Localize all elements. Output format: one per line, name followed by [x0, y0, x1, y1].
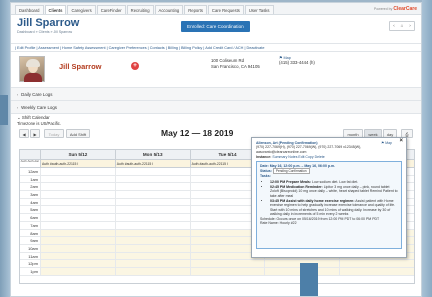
tab-accounting[interactable]: Accounting: [154, 5, 184, 14]
all-day-label: Auth Auth-dar: [20, 159, 39, 163]
tab-user-tasks[interactable]: User Tasks: [244, 5, 274, 14]
tab-care-requests[interactable]: Care Requests: [207, 5, 244, 14]
authorization-event[interactable]: Auth #auth-auth-22115 I: [114, 160, 190, 167]
add-shift-button[interactable]: Add Shift: [66, 129, 90, 138]
weekly-care-logs-toggle[interactable]: › Weekly Care Logs: [11, 101, 421, 114]
calendar-title: May 12 — 18 2019: [161, 128, 234, 138]
background-right: [422, 0, 432, 297]
chevron-right-icon: ›: [17, 106, 19, 110]
client-address: 100 Coliseum Rd San Francisco, CA 94105: [211, 58, 260, 69]
prev-arrow-icon[interactable]: ‹: [390, 22, 398, 30]
client-header: Jill Sparrow Dashboard » Clients » Jill …: [11, 15, 421, 43]
day-header[interactable]: Mon 5/13: [114, 150, 190, 159]
status-select[interactable]: Pending Confirmation: [272, 168, 310, 175]
popup-map-link[interactable]: ⚑ Map: [381, 141, 392, 145]
instance-actions: Instance: Summary Notes Edit Copy Delete: [256, 154, 325, 159]
record-navigation: ‹ ⌂ ›: [389, 21, 415, 31]
tab-dashboard[interactable]: Dashboard: [15, 5, 44, 14]
tab-recruiting[interactable]: Recruiting: [126, 5, 154, 14]
home-icon[interactable]: ⌂: [398, 22, 406, 30]
app-window: Dashboard Clients Caregivers CareFinder …: [10, 2, 422, 297]
tab-caregivers[interactable]: Caregivers: [67, 5, 96, 14]
brand-logo: Powered by ClearCare: [374, 6, 417, 12]
shift-calendar-toggle[interactable]: ⌄ Shift Calendar: [11, 114, 421, 121]
instance-action-links[interactable]: Summary Notes Edit Copy Delete: [272, 155, 324, 159]
address-line2: San Francisco, CA 94105: [211, 63, 260, 69]
avatar: [19, 56, 45, 82]
shift-details-popup: × ⚑ Map Allenson, Art (Pending Confirmat…: [251, 137, 407, 258]
brand-prefix: Powered by: [373, 6, 393, 11]
caregiver-email[interactable]: aasoranto@clearcareonline.com: [256, 150, 402, 154]
day-header[interactable]: Sun 5/12: [40, 150, 115, 159]
tasks-label: Tasks:: [260, 174, 271, 179]
timezone-note: Timezone is US/Pacific.: [17, 121, 62, 126]
next-week-button[interactable]: ▶: [30, 129, 40, 138]
tab-carefinder[interactable]: CareFinder: [96, 5, 126, 14]
rate-text: Rate Name: Hourly #22: [260, 221, 297, 226]
brand-name: ClearCare: [393, 5, 417, 12]
hour-row[interactable]: 1pm: [20, 267, 414, 276]
prev-week-button[interactable]: ◀: [19, 129, 29, 138]
chevron-down-icon: ⌄: [17, 115, 21, 120]
client-phone: (415) 333-4444 (h): [279, 60, 315, 65]
list-item: 03:45 PM Assist with daily home exercise…: [270, 199, 398, 216]
authorization-event[interactable]: Auth #auth-auth-22115 I: [40, 160, 115, 167]
background-marker: [300, 263, 318, 296]
tab-reports[interactable]: Reports: [184, 5, 207, 14]
today-button[interactable]: Today: [44, 129, 64, 138]
background-decoration: [0, 95, 8, 125]
chevron-right-icon: ›: [17, 93, 19, 97]
background-left: [0, 0, 10, 297]
tab-clients[interactable]: Clients: [44, 5, 67, 14]
close-icon[interactable]: ×: [399, 138, 403, 144]
top-nav: Dashboard Clients Caregivers CareFinder …: [11, 3, 421, 15]
enrollment-status-button[interactable]: Enrolled: Care Coordination: [181, 21, 250, 32]
next-arrow-icon[interactable]: ›: [406, 22, 414, 30]
status-label: Status:: [260, 169, 272, 174]
list-item: 12:00 PM Prepare Meals: Low sodium diet.…: [270, 180, 398, 184]
client-actions-bar[interactable]: | Edit Profile | Assessment | Home Safet…: [11, 43, 421, 52]
daily-care-logs-toggle[interactable]: › Daily Care Logs: [11, 88, 421, 101]
task-list: 12:00 PM Prepare Meals: Low sodium diet.…: [270, 180, 398, 216]
client-profile: Jill Sparrow + 100 Coliseum Rd San Franc…: [11, 52, 421, 88]
client-name: Jill Sparrow: [59, 62, 102, 71]
shift-detail-box: Date: May 16, 12:00 p.m. – May 16, 06:00…: [256, 161, 402, 250]
medical-cross-icon: +: [131, 62, 139, 70]
list-item: 02:45 PM Medication Reminder: Lipitor 3 …: [270, 185, 398, 198]
hour-row[interactable]: 12pm: [20, 260, 414, 268]
